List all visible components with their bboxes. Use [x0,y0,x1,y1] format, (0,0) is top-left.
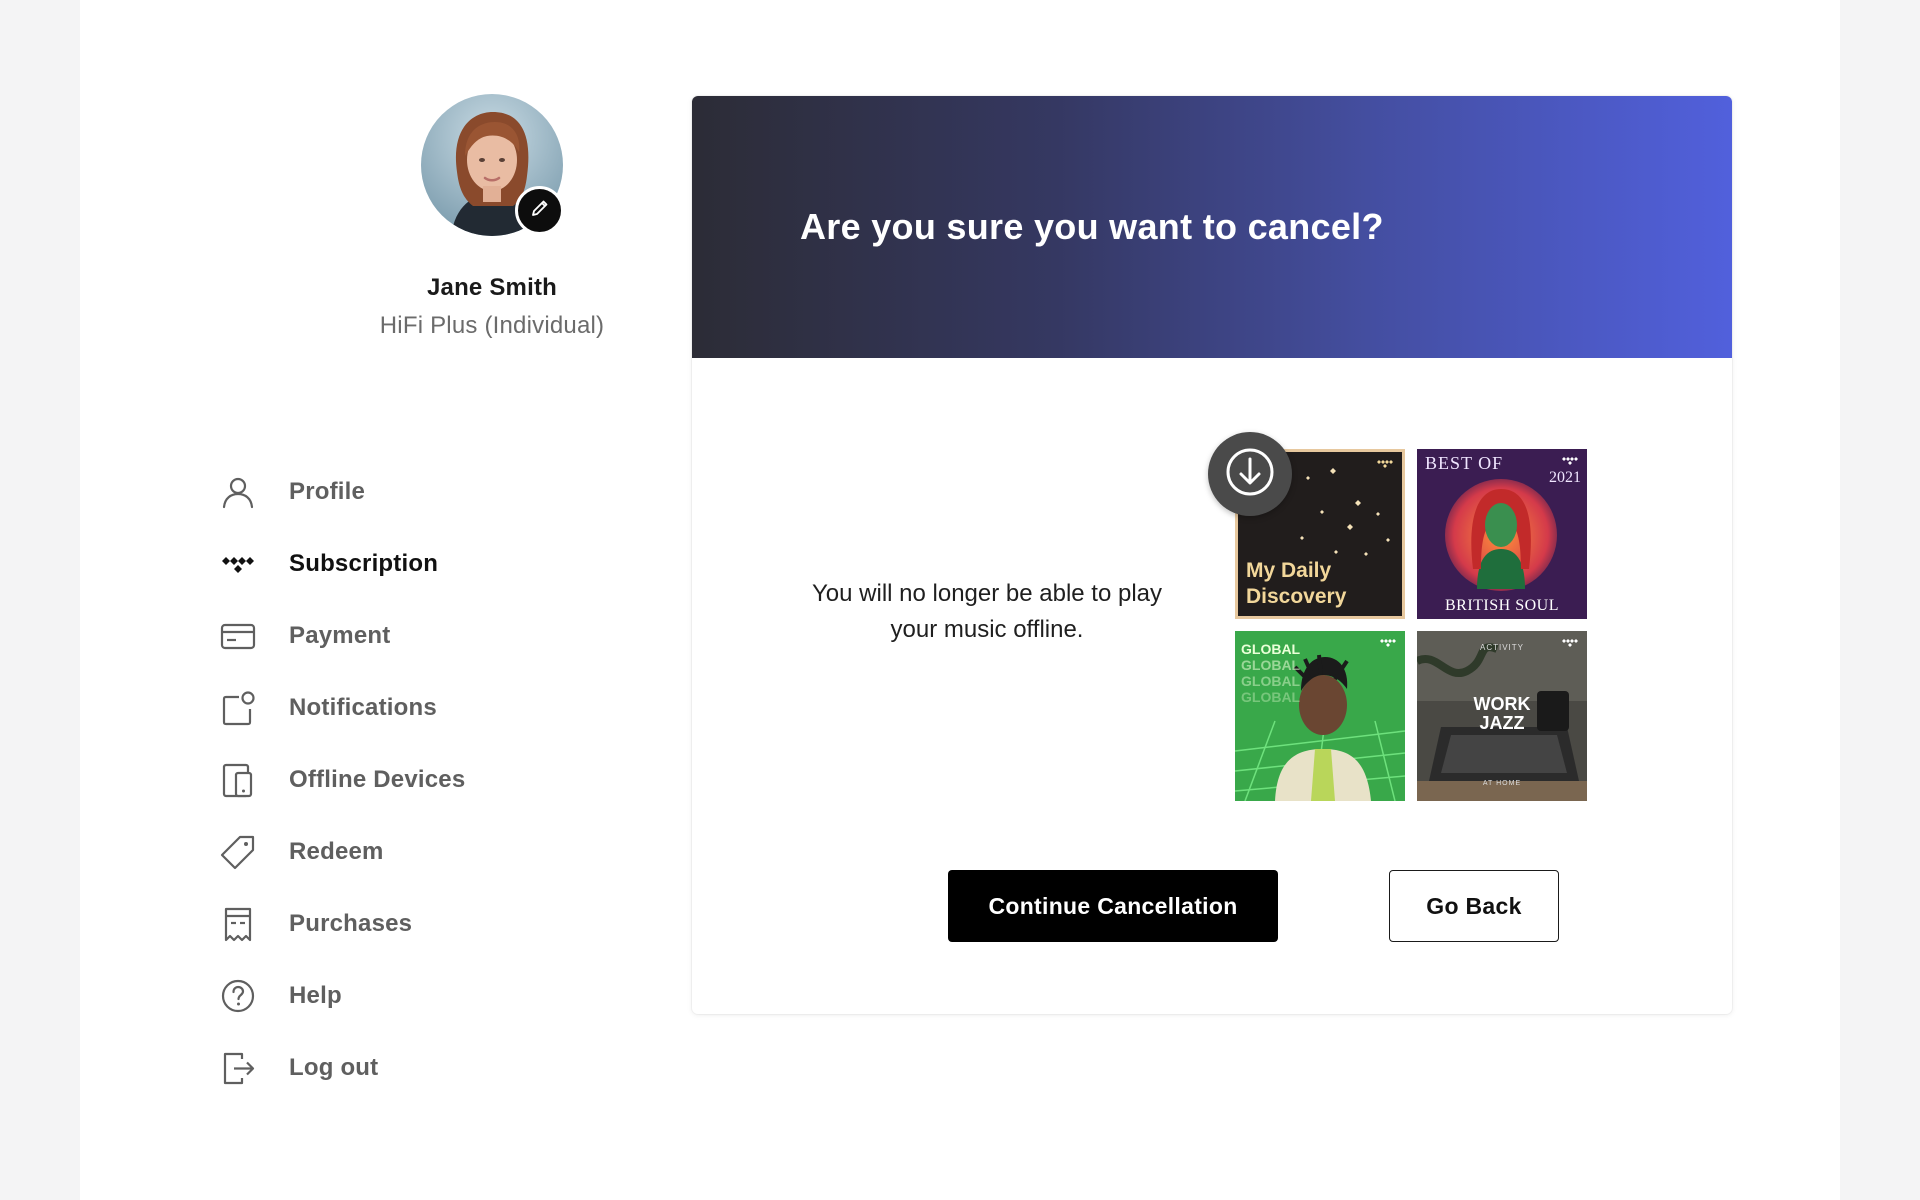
nav-label: Subscription [289,550,439,577]
tidal-logo-icon [1561,639,1579,649]
nav-label: Payment [289,622,391,649]
playlist-year: 2021 [1549,469,1581,486]
pencil-icon [530,198,550,223]
edit-avatar-button[interactable] [515,186,564,235]
user-name: Jane Smith [426,274,558,301]
nav-label: Log out [289,1054,379,1081]
cancel-confirmation-card: Are you sure you want to cancel? You wil… [692,96,1732,1014]
playlist-title: GLOBAL GLOBAL GLOBAL GLOBAL [1241,641,1301,705]
nav-label: Offline Devices [289,766,466,793]
nav-item-payment[interactable]: Payment [220,600,540,672]
nav-item-offline-devices[interactable]: Offline Devices [220,744,540,816]
page-title: Are you sure you want to cancel? [800,206,1384,247]
avatar-container [421,94,564,236]
tidal-logo-icon [1561,457,1579,467]
nav-label: Purchases [289,910,413,937]
download-badge [1208,432,1292,516]
playlist-kicker: BEST OF [1425,453,1504,473]
credit-card-icon [220,618,256,654]
logout-icon [220,1050,256,1086]
profile-summary: Jane Smith HiFi Plus (Individual) [312,94,672,340]
playlist-title: BRITISH SOUL [1444,597,1559,614]
offline-warning-message: You will no longer be able to play your … [811,580,1163,643]
card-body: You will no longer be able to play your … [692,358,1732,1014]
user-plan: HiFi Plus (Individual) [379,312,605,339]
receipt-icon [220,906,256,942]
continue-cancellation-button[interactable]: Continue Cancellation [948,870,1278,942]
nav-label: Help [289,982,342,1009]
go-back-button[interactable]: Go Back [1389,870,1559,942]
nav-item-help[interactable]: Help [220,960,540,1032]
nav-label: Notifications [289,694,437,721]
playlist-tile-work-jazz: ACTIVITY WORK JAZZ AT HOME [1417,631,1587,801]
notification-icon [220,690,256,726]
account-page: Jane Smith HiFi Plus (Individual) Profil… [80,0,1840,1200]
tidal-logo-icon [1376,460,1394,470]
playlist-title: WORK JAZZ [1473,694,1531,733]
playlist-tile-british-soul: BEST OF 2021 BRITISH SOUL [1417,449,1587,619]
download-icon [1224,446,1276,503]
devices-icon [220,762,256,798]
nav-label: Profile [289,478,366,505]
nav-label: Redeem [289,838,384,865]
card-header: Are you sure you want to cancel? [692,96,1732,358]
nav-item-logout[interactable]: Log out [220,1032,540,1104]
nav-item-purchases[interactable]: Purchases [220,888,540,960]
nav-item-redeem[interactable]: Redeem [220,816,540,888]
person-icon [220,474,256,510]
tidal-logo-icon [1379,639,1397,649]
playlist-artwork-grid: My Daily Discovery BEST OF 2021 BRITISH … [1235,449,1587,801]
playlist-title: My Daily Discovery [1246,559,1347,608]
nav-item-notifications[interactable]: Notifications [220,672,540,744]
playlist-footer: AT HOME [1482,780,1522,787]
playlist-tile-global: GLOBAL GLOBAL GLOBAL GLOBAL [1235,631,1405,801]
nav-item-subscription[interactable]: Subscription [220,528,540,600]
tidal-logo-icon [220,546,256,582]
account-nav: Profile Subscription Payment Notificatio… [220,456,540,1104]
nav-item-profile[interactable]: Profile [220,456,540,528]
help-icon [220,978,256,1014]
tag-icon [220,834,256,870]
